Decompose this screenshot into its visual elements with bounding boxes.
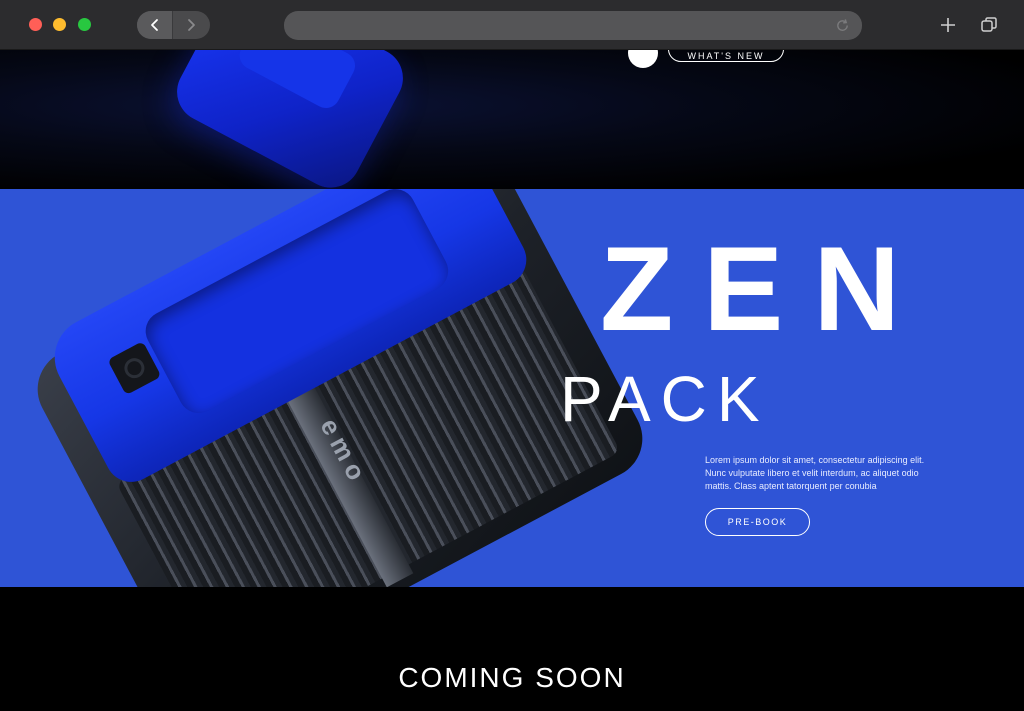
forward-button[interactable] <box>173 11 209 39</box>
back-button[interactable] <box>137 11 173 39</box>
top-section: WHAT'S NEW <box>0 50 1024 189</box>
hero-subtitle: PACK <box>560 363 770 435</box>
close-window-button[interactable] <box>29 18 42 31</box>
coming-soon-section: COMING SOON <box>0 587 1024 711</box>
chevron-left-icon <box>150 19 158 31</box>
maximize-window-button[interactable] <box>78 18 91 31</box>
minimize-window-button[interactable] <box>53 18 66 31</box>
chevron-right-icon <box>188 19 195 31</box>
nav-circle-button[interactable] <box>628 50 658 68</box>
browser-toolbar <box>0 0 1024 50</box>
pre-book-button[interactable]: PRE-BOOK <box>705 508 810 536</box>
plus-icon[interactable] <box>938 15 958 35</box>
whats-new-button[interactable]: WHAT'S NEW <box>668 50 784 62</box>
reload-icon[interactable] <box>835 18 850 33</box>
hero-title: ZEN <box>600 222 930 356</box>
tabs-overview-icon[interactable] <box>979 15 999 35</box>
product-image-top <box>166 50 414 189</box>
address-bar[interactable] <box>284 11 862 40</box>
hero-description: Lorem ipsum dolor sit amet, consectetur … <box>705 455 925 491</box>
navigation-buttons <box>137 11 210 39</box>
hero-banner: emo ZEN PACK Lorem ipsum dolor sit amet,… <box>0 189 1024 587</box>
coming-soon-heading: COMING SOON <box>398 662 626 693</box>
